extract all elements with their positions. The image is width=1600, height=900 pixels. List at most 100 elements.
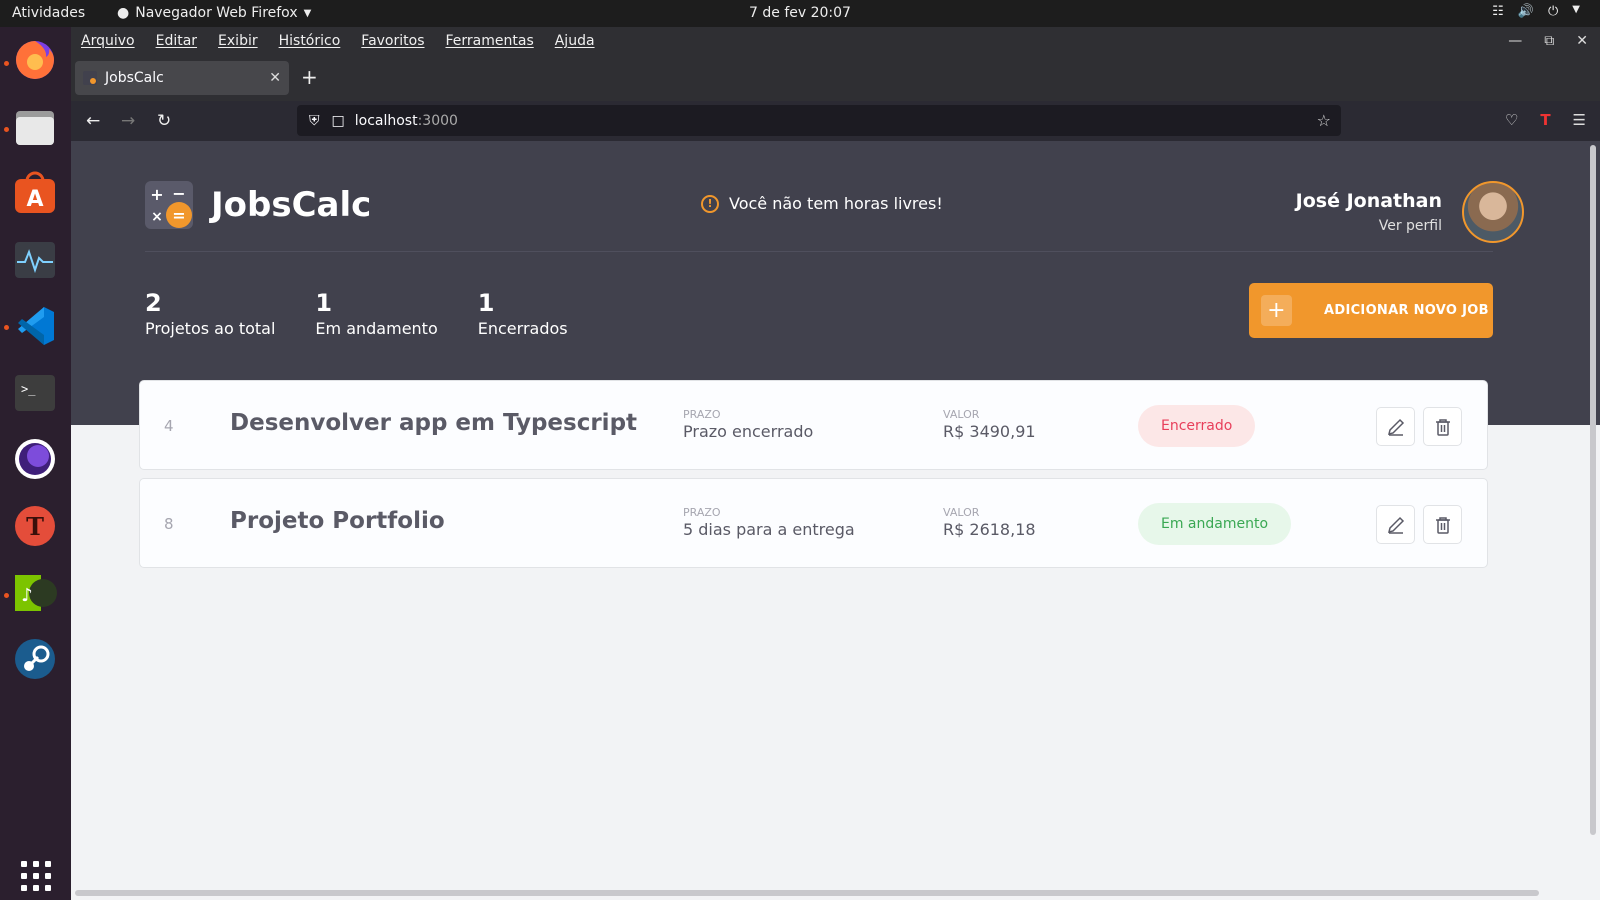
running-indicator [4, 127, 9, 132]
shield-icon[interactable]: ⛨ [309, 113, 320, 129]
trash-icon [1435, 418, 1450, 436]
value-amount: R$ 3490,91 [943, 422, 1036, 441]
avatar[interactable] [1462, 181, 1524, 243]
deadline-label: PRAZO [683, 506, 721, 519]
stat-label: Projetos ao total [145, 319, 276, 338]
tor-browser-icon[interactable] [11, 435, 59, 483]
job-id: 8 [164, 515, 174, 533]
url-port: :3000 [417, 112, 458, 129]
forward-icon[interactable]: → [121, 111, 135, 131]
calculator-logo-icon: + − × = [145, 181, 193, 229]
running-indicator [4, 593, 9, 598]
system-top-bar: Atividades ● Navegador Web Firefox ▼ 7 d… [0, 0, 1600, 27]
menu-bar: Arquivo Editar Exibir Histórico Favorito… [71, 27, 1600, 55]
svg-text:+: + [150, 185, 163, 204]
minimize-icon[interactable]: — [1508, 33, 1522, 49]
tab-bar: JobsCalc ✕ + [71, 55, 1600, 101]
add-job-button[interactable]: + ADICIONAR NOVO JOB [1249, 283, 1493, 338]
files-icon[interactable] [11, 103, 59, 151]
power-icon: ⏻ [1548, 4, 1559, 19]
toolbar-right: ♡ T ☰ [1505, 111, 1586, 129]
value-amount: R$ 2618,18 [943, 520, 1036, 539]
header-divider [145, 251, 1493, 252]
vertical-scrollbar[interactable] [1590, 145, 1596, 835]
user-profile[interactable]: José Jonathan Ver perfil [1296, 181, 1524, 243]
firefox-window: Arquivo Editar Exibir Histórico Favorito… [71, 27, 1600, 900]
terminal-icon[interactable]: >_ [11, 369, 59, 417]
svg-text:♪: ♪ [21, 585, 33, 606]
pocket-icon[interactable]: ♡ [1505, 111, 1518, 129]
edit-button[interactable] [1376, 407, 1415, 446]
music-player-icon[interactable]: ♪ [11, 569, 59, 617]
job-value: VALOR R$ 2618,18 [943, 506, 1036, 539]
system-monitor-icon[interactable] [11, 236, 59, 284]
job-value: VALOR R$ 3490,91 [943, 408, 1036, 441]
app-menu[interactable]: ● Navegador Web Firefox ▼ [117, 5, 311, 21]
deadline-label: PRAZO [683, 408, 721, 421]
value-label: VALOR [943, 408, 980, 421]
url-bar[interactable]: ⛨ □ localhost :3000 ☆ [297, 105, 1341, 136]
hamburger-menu-icon[interactable]: ☰ [1573, 111, 1586, 129]
menu-ferramentas[interactable]: Ferramentas [446, 33, 534, 49]
delete-button[interactable] [1423, 407, 1462, 446]
back-icon[interactable]: ← [86, 111, 100, 131]
svg-text:A: A [26, 187, 43, 212]
restore-icon[interactable]: ⧉ [1544, 33, 1554, 49]
svg-text:×: × [151, 209, 163, 225]
window-controls: — ⧉ ✕ [1508, 27, 1600, 55]
page-viewport: + − × = JobsCalc ! Você não tem horas li… [71, 141, 1600, 900]
menu-favoritos[interactable]: Favoritos [361, 33, 424, 49]
close-window-icon[interactable]: ✕ [1576, 33, 1588, 49]
stat-label: Em andamento [315, 319, 438, 338]
pencil-icon [1387, 516, 1404, 534]
job-deadline: PRAZO 5 dias para a entrega [683, 506, 855, 539]
typora-icon[interactable]: T [11, 502, 59, 550]
extension-icon[interactable]: T [1540, 111, 1550, 129]
job-name: Desenvolver app em Typescript [230, 410, 638, 436]
delete-button[interactable] [1423, 505, 1462, 544]
value-label: VALOR [943, 506, 980, 519]
user-name: José Jonathan [1295, 190, 1442, 212]
volume-icon: 🔊 [1517, 4, 1534, 19]
clock[interactable]: 7 de fev 20:07 [749, 5, 851, 21]
activities-button[interactable]: Atividades [12, 5, 85, 21]
app-menu-label: Navegador Web Firefox [135, 5, 298, 21]
show-applications-icon[interactable] [21, 861, 51, 891]
menu-historico[interactable]: Histórico [279, 33, 341, 49]
deadline-value: 5 dias para a entrega [683, 520, 855, 539]
page-icon: □ [331, 112, 345, 129]
nav-bar: ← → ↻ ⛨ □ localhost :3000 ☆ ♡ T ☰ [71, 101, 1600, 141]
horizontal-scrollbar[interactable] [75, 890, 1539, 896]
stat-in-progress: 1 Em andamento [315, 289, 437, 338]
steam-icon[interactable] [11, 635, 59, 683]
new-tab-button[interactable]: + [301, 65, 318, 89]
stat-closed: 1 Encerrados [478, 289, 568, 338]
stat-label: Encerrados [477, 319, 568, 338]
close-tab-icon[interactable]: ✕ [269, 70, 281, 86]
firefox-icon[interactable] [11, 36, 59, 84]
menu-exibir[interactable]: Exibir [218, 33, 258, 49]
firefox-small-icon: ● [117, 5, 130, 21]
vscode-icon[interactable] [11, 302, 59, 350]
svg-text:=: = [172, 206, 185, 225]
stat-value: 1 [477, 289, 495, 317]
pencil-icon [1387, 418, 1404, 436]
stat-total: 2 Projetos ao total [145, 289, 275, 338]
job-card: 4 Desenvolver app em Typescript PRAZO Pr… [139, 380, 1488, 470]
system-tray[interactable]: ☷ 🔊 ⏻ ▼ [1492, 4, 1580, 19]
tab-jobscalc[interactable]: JobsCalc ✕ [75, 61, 289, 95]
stat-value: 1 [315, 289, 333, 317]
job-name: Projeto Portfolio [230, 508, 445, 534]
menu-ajuda[interactable]: Ajuda [555, 33, 595, 49]
reload-icon[interactable]: ↻ [157, 111, 171, 131]
bookmark-star-icon[interactable]: ☆ [1317, 111, 1331, 130]
notice-text: Você não tem horas livres! [729, 194, 943, 213]
brand-title[interactable]: JobsCalc [211, 185, 371, 225]
svg-text:T: T [26, 512, 44, 541]
menu-arquivo[interactable]: Arquivo [81, 33, 135, 49]
chevron-down-icon: ▼ [1572, 4, 1580, 15]
app-center-icon[interactable]: A [11, 169, 59, 217]
menu-editar[interactable]: Editar [156, 33, 197, 49]
edit-button[interactable] [1376, 505, 1415, 544]
view-profile-link[interactable]: Ver perfil [1296, 218, 1442, 234]
